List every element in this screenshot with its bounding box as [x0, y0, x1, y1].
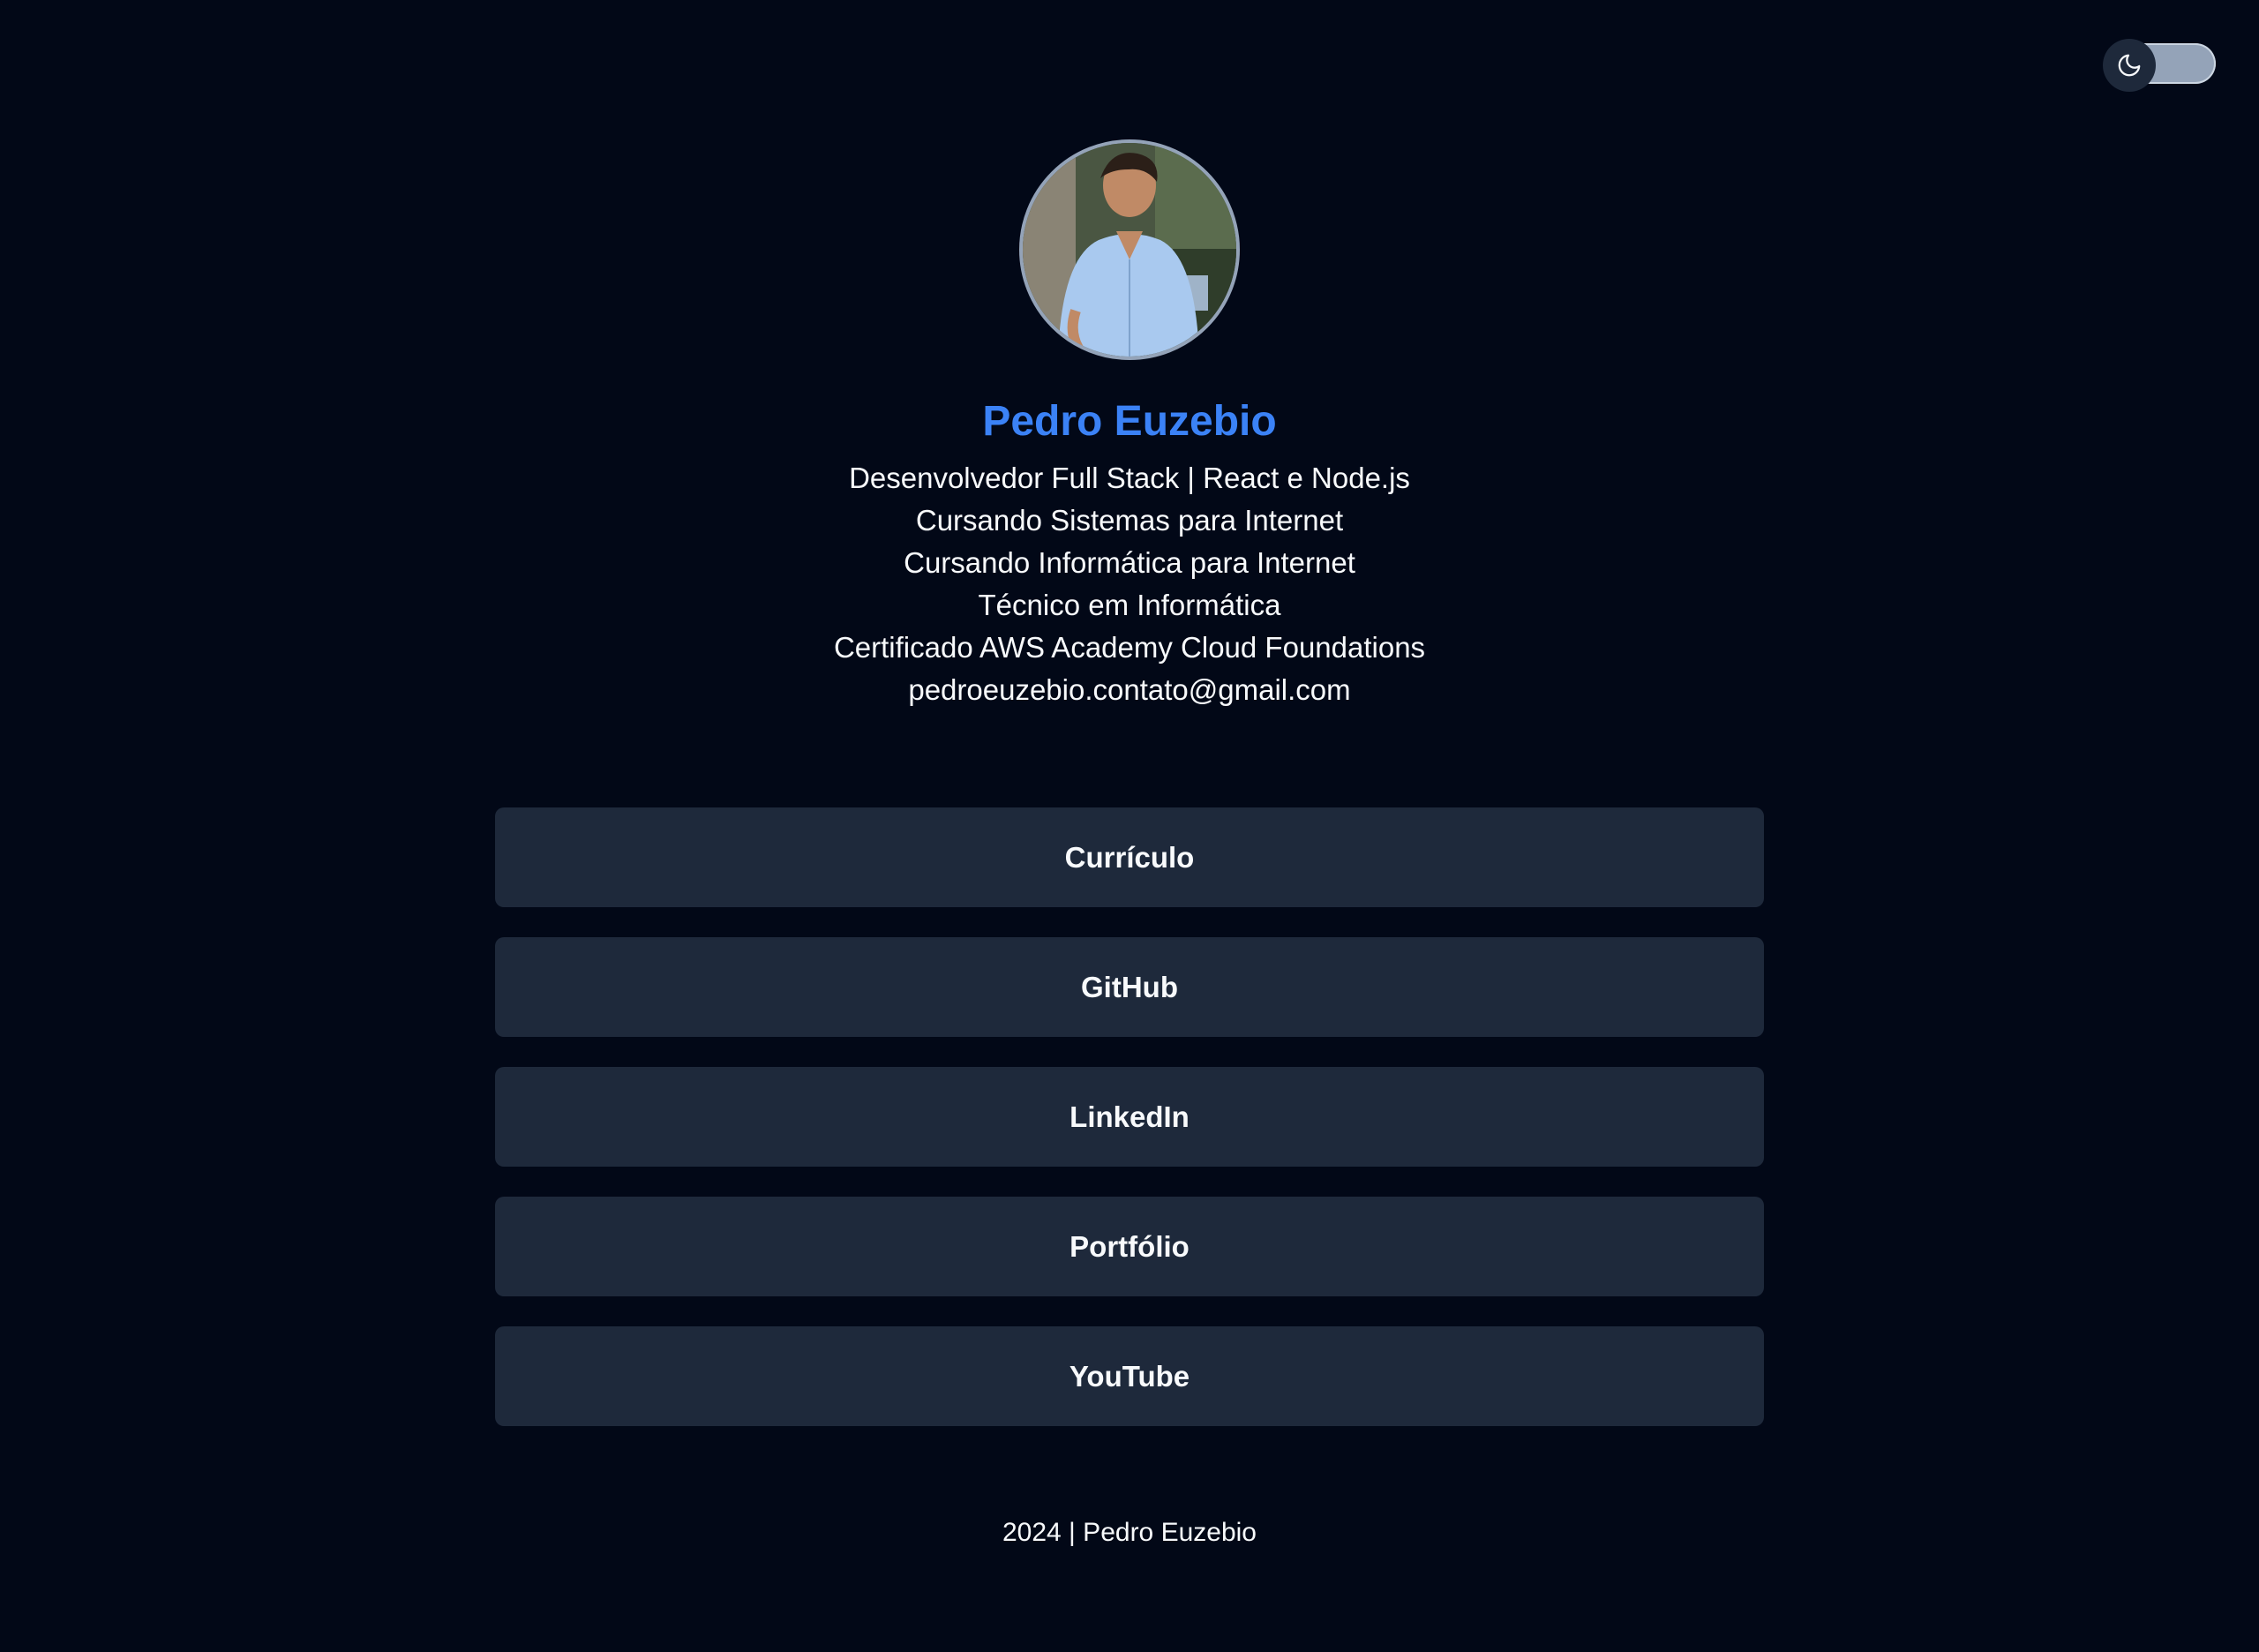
profile-bio: Desenvolvedor Full Stack | React e Node.…: [834, 457, 1425, 711]
bio-certification: Certificado AWS Academy Cloud Foundation…: [833, 631, 1426, 664]
avatar: [1019, 139, 1240, 360]
linkedin-button[interactable]: LinkedIn: [495, 1067, 1764, 1167]
profile-name: Pedro Euzebio: [982, 398, 1277, 445]
footer-text: 2024 | Pedro Euzebio: [1002, 1518, 1257, 1547]
link-list: Currículo GitHub LinkedIn Portfólio YouT…: [495, 807, 1764, 1426]
profile-section: Pedro Euzebio Desenvolvedor Full Stack |…: [0, 139, 2259, 711]
moon-icon: [2116, 52, 2143, 79]
toggle-knob: [2103, 39, 2156, 92]
github-button[interactable]: GitHub: [495, 937, 1764, 1037]
theme-toggle[interactable]: [2103, 39, 2218, 92]
curriculo-button[interactable]: Currículo: [495, 807, 1764, 907]
bio-course-1: Cursando Sistemas para Internet: [915, 504, 1344, 537]
youtube-button[interactable]: YouTube: [495, 1326, 1764, 1426]
bio-email: pedroeuzebio.contato@gmail.com: [908, 673, 1351, 706]
bio-role: Desenvolvedor Full Stack | React e Node.…: [849, 462, 1410, 494]
portfolio-button[interactable]: Portfólio: [495, 1197, 1764, 1296]
bio-technician: Técnico em Informática: [978, 589, 1281, 621]
bio-course-2: Cursando Informática para Internet: [904, 546, 1355, 579]
